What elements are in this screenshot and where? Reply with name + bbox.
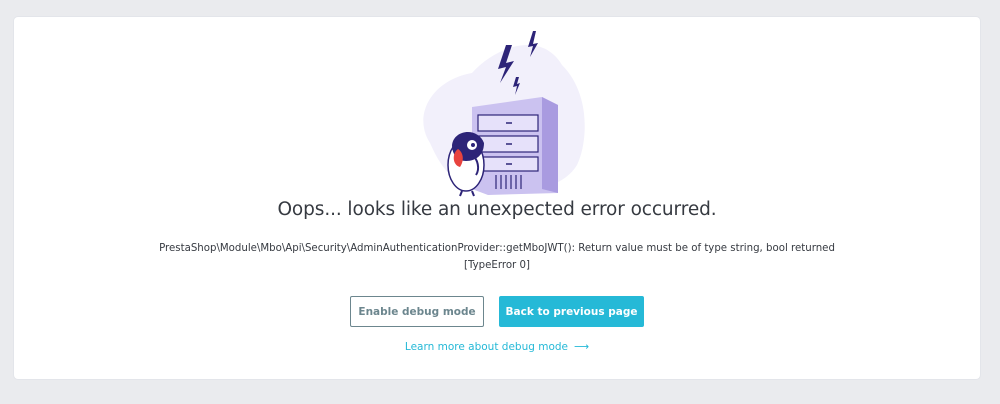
error-message-line: PrestaShop\Module\Mbo\Api\Security\Admin… (159, 243, 835, 254)
error-message: PrestaShop\Module\Mbo\Api\Security\Admin… (14, 240, 980, 274)
back-to-previous-page-button[interactable]: Back to previous page (499, 296, 644, 327)
arrow-right-icon: ⟶ (574, 341, 590, 353)
error-title: Oops... looks like an unexpected error o… (277, 199, 717, 220)
enable-debug-mode-button[interactable]: Enable debug mode (350, 296, 484, 327)
server-icon (472, 97, 558, 195)
error-code: [TypeError 0] (464, 260, 530, 271)
learn-more-debug-link[interactable]: Learn more about debug mode ⟶ (14, 341, 980, 353)
learn-more-label: Learn more about debug mode (404, 341, 568, 353)
server-error-illustration (423, 31, 585, 197)
error-card: Oops... looks like an unexpected error o… (14, 17, 980, 379)
